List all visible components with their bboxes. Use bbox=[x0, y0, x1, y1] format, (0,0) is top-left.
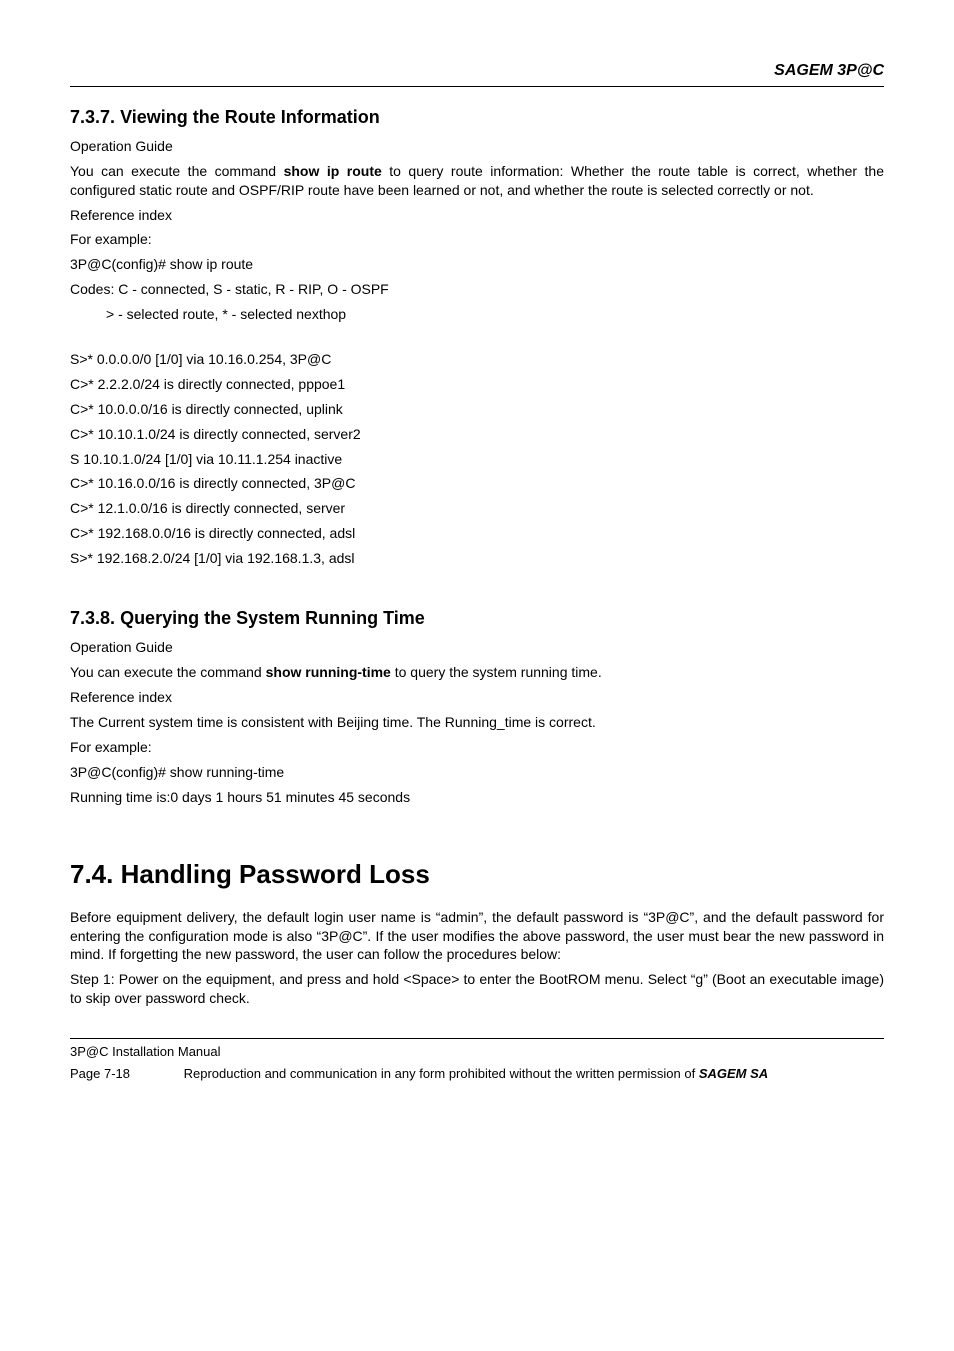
cli-command: 3P@C(config)# show ip route bbox=[70, 255, 884, 274]
section-number: 7.4. bbox=[70, 859, 113, 889]
section-title: Viewing the Route Information bbox=[120, 107, 380, 127]
operation-guide-label: Operation Guide bbox=[70, 638, 884, 657]
route-line: C>* 192.168.0.0/16 is directly connected… bbox=[70, 524, 884, 543]
section-number: 7.3.7. bbox=[70, 107, 115, 127]
operation-guide-label: Operation Guide bbox=[70, 137, 884, 156]
sagem-sa: SAGEM SA bbox=[699, 1066, 768, 1081]
section-title: Handling Password Loss bbox=[121, 859, 430, 889]
section-74-heading: 7.4. Handling Password Loss bbox=[70, 857, 884, 892]
cli-output: Running time is:0 days 1 hours 51 minute… bbox=[70, 788, 884, 807]
section-number: 7.3.8. bbox=[70, 608, 115, 628]
route-line: S>* 192.168.2.0/24 [1/0] via 192.168.1.3… bbox=[70, 549, 884, 568]
footer-page-line: Page 7-18 Reproduction and communication… bbox=[70, 1065, 884, 1083]
current-time-line: The Current system time is consistent wi… bbox=[70, 713, 884, 732]
route-line: C>* 10.16.0.0/16 is directly connected, … bbox=[70, 474, 884, 493]
reference-index-label: Reference index bbox=[70, 206, 884, 225]
reproduction-text: Reproduction and communication in any fo… bbox=[184, 1066, 699, 1081]
for-example-label: For example: bbox=[70, 738, 884, 757]
section-738-heading: 7.3.8. Querying the System Running Time bbox=[70, 606, 884, 630]
sec74-para2: Step 1: Power on the equipment, and pres… bbox=[70, 970, 884, 1008]
section-title: Querying the System Running Time bbox=[120, 608, 425, 628]
header-brand: SAGEM 3P@C bbox=[70, 60, 884, 87]
text: You can execute the command bbox=[70, 163, 284, 179]
page-number: Page 7-18 bbox=[70, 1065, 180, 1083]
text: You can execute the command bbox=[70, 664, 266, 680]
codes-line: Codes: C - connected, S - static, R - RI… bbox=[70, 280, 884, 299]
sec74-para1: Before equipment delivery, the default l… bbox=[70, 908, 884, 965]
footer-manual-title: 3P@C Installation Manual bbox=[70, 1043, 884, 1061]
route-line: S>* 0.0.0.0/0 [1/0] via 10.16.0.254, 3P@… bbox=[70, 350, 884, 369]
reference-index-label: Reference index bbox=[70, 688, 884, 707]
sec737-para1: You can execute the command show ip rout… bbox=[70, 162, 884, 200]
command-bold: show running-time bbox=[266, 664, 391, 680]
for-example-label: For example: bbox=[70, 230, 884, 249]
sec738-para1: You can execute the command show running… bbox=[70, 663, 884, 682]
selected-line: > - selected route, * - selected nexthop bbox=[70, 305, 884, 324]
route-line: C>* 10.0.0.0/16 is directly connected, u… bbox=[70, 400, 884, 419]
route-line: C>* 2.2.2.0/24 is directly connected, pp… bbox=[70, 375, 884, 394]
cli-command: 3P@C(config)# show running-time bbox=[70, 763, 884, 782]
route-line: C>* 12.1.0.0/16 is directly connected, s… bbox=[70, 499, 884, 518]
route-line: S 10.10.1.0/24 [1/0] via 10.11.1.254 ina… bbox=[70, 450, 884, 469]
route-line: C>* 10.10.1.0/24 is directly connected, … bbox=[70, 425, 884, 444]
section-737-heading: 7.3.7. Viewing the Route Information bbox=[70, 105, 884, 129]
command-bold: show ip route bbox=[284, 163, 382, 179]
text: to query the system running time. bbox=[391, 664, 602, 680]
